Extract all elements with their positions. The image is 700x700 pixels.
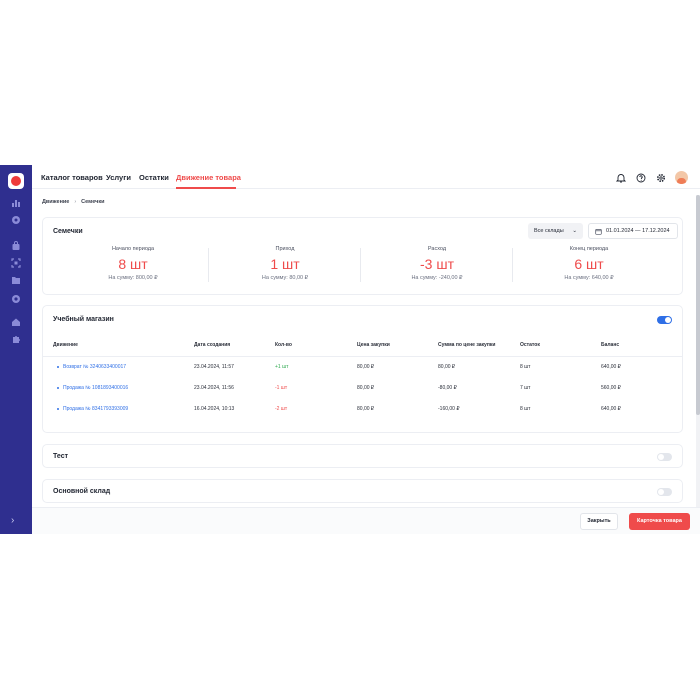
cell-price: 80,00 ₽ (357, 406, 375, 412)
column-header: Сумма по цене закупки (438, 342, 496, 348)
column-header: Движение (53, 342, 78, 348)
cell-rest: 8 шт (520, 364, 531, 370)
tab-stock[interactable]: Остатки (139, 173, 169, 182)
stat-label: Расход (427, 246, 447, 252)
tab-movement[interactable]: Движение товара (176, 173, 241, 182)
cell-date: 16.04.2024, 10:13 (194, 406, 235, 412)
bullet-icon (57, 387, 59, 389)
gear-circle-icon[interactable] (11, 294, 21, 304)
chevron-down-icon: ⌄ (572, 228, 577, 234)
table-row: Продажа № 1081893400016 23.04.2024, 11:5… (43, 378, 682, 399)
table-row: Продажа № 8341793393009 16.04.2024, 10:1… (43, 399, 682, 420)
cell-rest: 8 шт (520, 406, 531, 412)
puzzle-icon[interactable] (11, 334, 21, 344)
stat-sum: На сумму: 80,00 ₽ (261, 275, 309, 281)
bag-icon[interactable] (11, 241, 21, 251)
breadcrumb-root[interactable]: Движение (42, 199, 69, 205)
column-header: Цена закупки (357, 342, 390, 348)
sidebar: › (0, 165, 32, 534)
summary-card: Семечки Все склады ⌄ 01.01.2024 — 17.12.… (42, 217, 683, 295)
warehouse-toggle[interactable] (657, 488, 672, 496)
settings-icon[interactable] (655, 172, 666, 183)
table-row: Возврат № 3240633400017 23.04.2024, 11:5… (43, 357, 682, 378)
stat-value: 6 шт (574, 256, 604, 272)
warehouse-title: Тест (53, 453, 69, 460)
cell-balance: 560,00 ₽ (601, 385, 621, 391)
tab-catalog[interactable]: Каталог товаров (41, 173, 103, 182)
stat-sum: На сумму: 800,00 ₽ (108, 275, 158, 281)
breadcrumb: Движение › Семечки (42, 199, 104, 205)
stat-label: Приход (275, 246, 295, 252)
home-icon[interactable] (11, 317, 21, 327)
scrollbar[interactable] (696, 195, 700, 507)
cell-date: 23.04.2024, 11:57 (194, 364, 234, 370)
stat-period-end: Конец периода 6 шт На сумму: 640,00 ₽ (513, 246, 665, 286)
tab-services[interactable]: Услуги (106, 173, 131, 182)
compass-icon[interactable] (11, 215, 21, 225)
stat-sum: На сумму: 640,00 ₽ (564, 275, 614, 281)
chevron-right-icon: › (74, 199, 77, 205)
stat-income: Приход 1 шт На сумму: 80,00 ₽ (209, 246, 361, 286)
top-nav: Каталог товаров Услуги Остатки Движение … (32, 165, 700, 189)
cell-rest: 7 шт (520, 385, 531, 391)
bell-icon[interactable] (615, 172, 626, 183)
store-title: Учебный магазин (53, 316, 114, 323)
folder-icon[interactable] (11, 275, 21, 285)
column-header: Остаток (520, 342, 540, 348)
date-range-picker[interactable]: 01.01.2024 — 17.12.2024 (588, 223, 678, 239)
cell-balance: 640,00 ₽ (601, 406, 621, 412)
cell-price: 80,00 ₽ (357, 385, 375, 391)
cell-balance: 640,00 ₽ (601, 364, 621, 370)
cell-qty: -1 шт (275, 385, 288, 391)
stat-value: 1 шт (270, 256, 300, 272)
cell-date: 23.04.2024, 11:56 (194, 385, 234, 391)
stat-label: Начало периода (111, 246, 155, 252)
avatar[interactable] (675, 171, 688, 184)
stat-value: 8 шт (118, 256, 148, 272)
warehouse-select-value: Все склады (534, 228, 564, 234)
active-tab-indicator (176, 187, 236, 189)
cell-price: 80,00 ₽ (357, 364, 375, 370)
movement-link[interactable]: Возврат № 3240633400017 (63, 364, 126, 370)
scan-icon[interactable] (11, 258, 21, 268)
cell-sum: -80,00 ₽ (438, 385, 457, 391)
breadcrumb-current: Семечки (81, 199, 105, 205)
bullet-icon (57, 408, 59, 410)
stat-label: Конец периода (569, 246, 609, 252)
warehouse-card-main: Основной склад (42, 479, 683, 503)
store-toggle[interactable] (657, 316, 672, 324)
app-window: › Каталог товаров Услуги Остатки Движени… (0, 165, 700, 534)
store-card: Учебный магазин Движение Дата создания К… (42, 305, 683, 433)
column-header: Кол-во (275, 342, 292, 348)
column-header: Баланс (601, 342, 620, 348)
column-header: Дата создания (194, 342, 231, 348)
product-title: Семечки (53, 228, 83, 235)
cell-sum: -160,00 ₽ (438, 406, 460, 412)
logo-icon[interactable] (8, 173, 24, 189)
product-card-button[interactable]: Карточка товара (629, 513, 690, 530)
help-icon[interactable] (635, 172, 646, 183)
cell-qty: -2 шт (275, 406, 288, 412)
bullet-icon (57, 366, 59, 368)
warehouse-card-test: Тест (42, 444, 683, 468)
cell-sum: 80,00 ₽ (438, 364, 456, 370)
footer-bar: Закрыть Карточка товара (32, 507, 700, 534)
warehouse-title: Основной склад (53, 488, 111, 495)
warehouse-toggle[interactable] (657, 453, 672, 461)
stat-period-start: Начало периода 8 шт На сумму: 800,00 ₽ (57, 246, 209, 286)
calendar-icon (595, 228, 602, 235)
stat-sum: На сумму: -240,00 ₽ (411, 275, 463, 281)
warehouse-select[interactable]: Все склады ⌄ (528, 223, 583, 239)
stat-value: -3 шт (420, 256, 454, 272)
close-button[interactable]: Закрыть (580, 513, 618, 530)
stat-expense: Расход -3 шт На сумму: -240,00 ₽ (361, 246, 513, 286)
movement-link[interactable]: Продажа № 1081893400016 (63, 385, 128, 391)
chart-icon[interactable] (11, 198, 21, 208)
movement-link[interactable]: Продажа № 8341793393009 (63, 406, 128, 412)
date-range-value: 01.01.2024 — 17.12.2024 (606, 228, 670, 234)
cell-qty: +1 шт (275, 364, 289, 370)
chevron-right-icon[interactable]: › (11, 515, 14, 526)
